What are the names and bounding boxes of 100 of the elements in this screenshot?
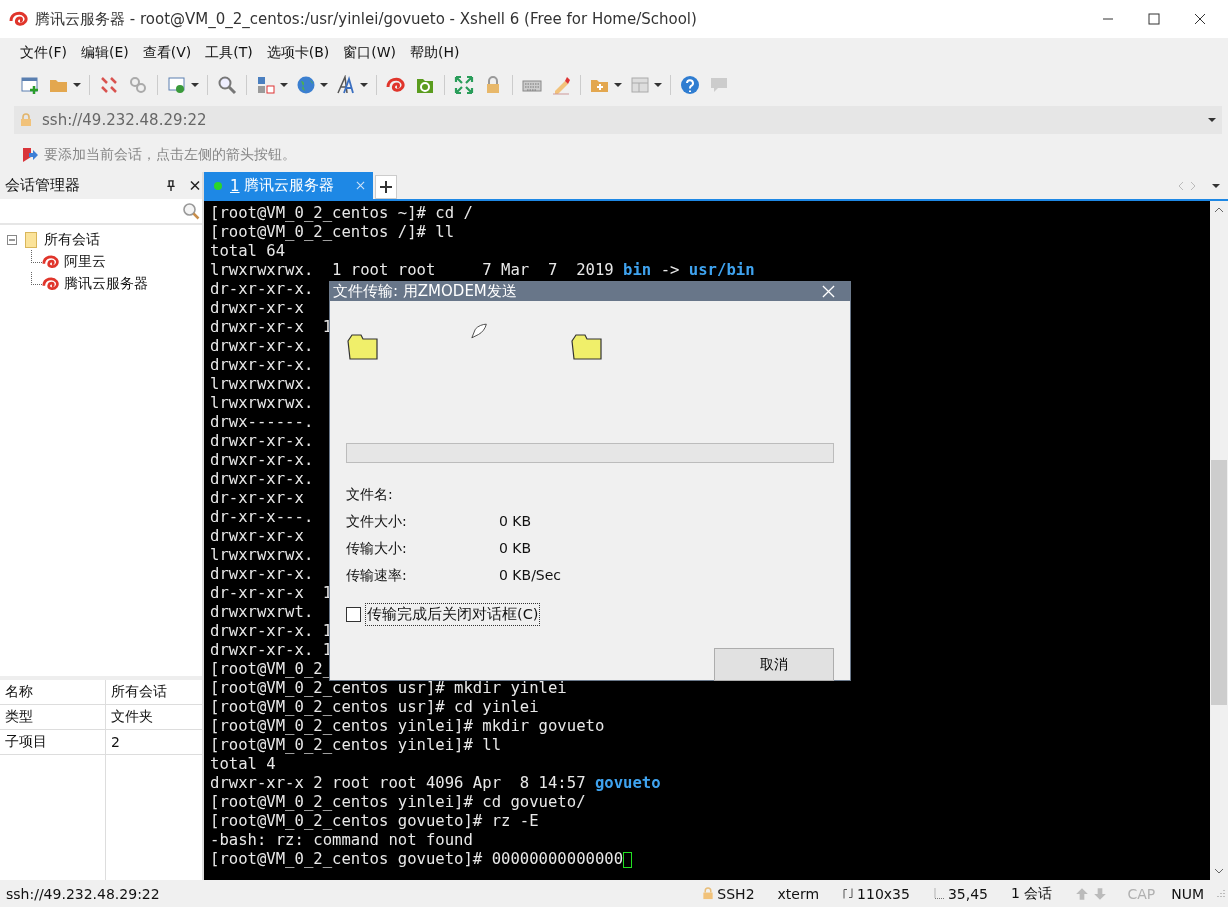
menu-item[interactable]: 编辑(E) [81,44,129,62]
dropdown-caret-icon[interactable] [1212,184,1220,188]
terminal-line: -> [659,261,681,280]
status-dot [214,181,222,190]
dropdown-caret-icon[interactable] [320,83,328,87]
menu-item[interactable]: 帮助(H) [410,44,460,62]
lock-icon [702,887,715,900]
dropdown-caret-icon[interactable] [360,83,368,87]
properties-icon[interactable] [167,75,187,95]
property-value: 所有会话 [110,682,168,701]
property-value: 文件夹 [110,707,154,726]
link-icon[interactable] [128,75,148,95]
dropdown-caret-icon[interactable] [1208,118,1216,122]
pencil-icon[interactable] [551,75,571,95]
terminal-line: [root@VM_0_2_centos ~]# cd / [210,204,473,223]
search-icon[interactable] [217,75,237,95]
pin-icon[interactable] [166,180,176,191]
terminal-line: [root@VM_0_2_centos usr]# mkdir yinlei [210,679,567,698]
status-text: 35,45 [947,885,989,902]
terminal-line: dr-xr-xr-x [210,489,304,508]
app-logo-icon [9,9,29,29]
terminal-line: drwxr-xr-x. [210,451,314,470]
menu-item[interactable]: 选项卡(B) [266,44,330,62]
directory-name: usr/bin [688,261,755,280]
collapse-icon[interactable] [7,235,17,245]
terminal-line: [root@VM_0_2_centos yinlei]# ll [210,736,502,755]
address-field[interactable]: ssh://49.232.48.29:22 [14,106,1222,134]
field-label: 文件名: [346,485,394,504]
terminal-line: lrwxrwxrwx. [210,546,314,565]
terminal-line: [root@VM_0_2_centos yinlei]# mkdir govueto [210,717,605,736]
menu-item[interactable]: 窗口(W) [343,44,397,62]
cancel-button[interactable]: 取消 [714,648,834,681]
dropdown-caret-icon[interactable] [191,83,199,87]
property-value: 2 [110,733,121,752]
terminal-line: drwxrwxrwt. [210,603,314,622]
transfer-icon[interactable] [256,75,276,95]
maximize-icon[interactable] [1148,13,1160,25]
field-value: 0 KB/Sec [499,566,562,585]
menu-item[interactable]: 查看(V) [142,44,192,62]
tree-item[interactable]: 阿里云 [64,253,106,271]
search-icon[interactable] [182,202,200,220]
arrow-icon[interactable] [22,147,38,163]
disconnect-icon[interactable] [99,75,119,95]
terminal-line: total 4 [210,755,276,774]
session-tab[interactable]: 1 腾讯云服务器 [204,172,374,199]
window-title: 腾讯云服务器 - root@VM_0_2_centos:/usr/yinlei/govueto - Xshell 6 (Free for Home/School) [35,9,698,29]
scroll-up-icon[interactable] [1214,207,1224,213]
panel-title: 会话管理器 [5,176,81,195]
terminal-line: drwxr-xr-x [210,527,304,546]
tree-item[interactable]: 腾讯云服务器 [64,275,148,293]
terminal-line: drwxr-xr-x. [210,432,314,451]
terminal-line: [root@VM_0_2_centos yinlei]# cd govueto/ [210,793,586,812]
property-name: 名称 [0,680,106,704]
scrollbar-thumb[interactable] [1211,460,1227,705]
checkbox-label[interactable]: 传输完成后关闭对话框(C) [365,602,541,626]
terminal-line: [root@VM_0_2_centos govueto]# 00000000000000 [210,850,624,869]
field-label: 传输大小: [346,539,408,558]
font-icon[interactable] [336,75,356,95]
scroll-down-icon[interactable] [1214,868,1224,874]
text-cursor [623,851,633,868]
checkbox[interactable] [346,606,361,622]
tree-item[interactable]: 所有会话 [44,231,100,249]
menu-item[interactable]: 工具(T) [205,44,253,62]
field-label: 文件大小: [346,512,408,531]
close-icon[interactable] [190,180,200,191]
menu-item[interactable]: 文件(F) [20,44,67,62]
dropdown-caret-icon[interactable] [73,83,81,87]
hint-text: 要添加当前会话，点击左侧的箭头按钮。 [44,146,296,164]
field-label: 传输速率: [346,566,408,585]
add-tab-icon[interactable] [375,175,398,199]
resize-icon [842,887,855,900]
property-name: 子项目 [0,730,106,754]
cursor-position-icon [932,887,945,900]
folder-icon [25,232,37,248]
terminal-line: drwxr-xr-x [210,299,304,318]
dialog-title: 文件传输: 用ZMODEM发送 [333,282,518,301]
dropdown-caret-icon[interactable] [280,83,288,87]
terminal-line: drwxr-xr-x. [210,565,314,584]
terminal-line: lrwxrwxrwx. [210,394,314,413]
status-text: 1 会话 [1011,884,1053,903]
property-name: 类型 [0,705,106,729]
terminal-line: drwxr-xr-x 2 root root 4096 Apr 8 14:57 [210,774,587,793]
new-session-icon[interactable] [20,75,40,95]
terminal-line: drwxr-xr-x. [210,356,314,375]
close-icon[interactable] [1194,13,1206,25]
fullscreen-icon[interactable] [454,75,474,95]
terminal-line: drwx------. [210,413,314,432]
paper-icon [471,323,488,339]
dropdown-caret-icon[interactable] [654,83,662,87]
key-indicator: CAP [1127,885,1156,902]
spiral-icon[interactable] [386,75,406,95]
terminal-line: total 64 [210,242,286,261]
key-indicator: NUM [1171,885,1204,902]
terminal-line: drwxr-xr-x. [210,470,314,489]
terminal-line: drwxr-xr-x. [210,337,314,356]
help-icon[interactable] [680,75,700,95]
resize-grip-icon[interactable] [1214,887,1226,900]
dropdown-caret-icon[interactable] [614,83,622,87]
globe-icon[interactable] [296,75,316,95]
field-value: 0 KB [499,512,532,531]
